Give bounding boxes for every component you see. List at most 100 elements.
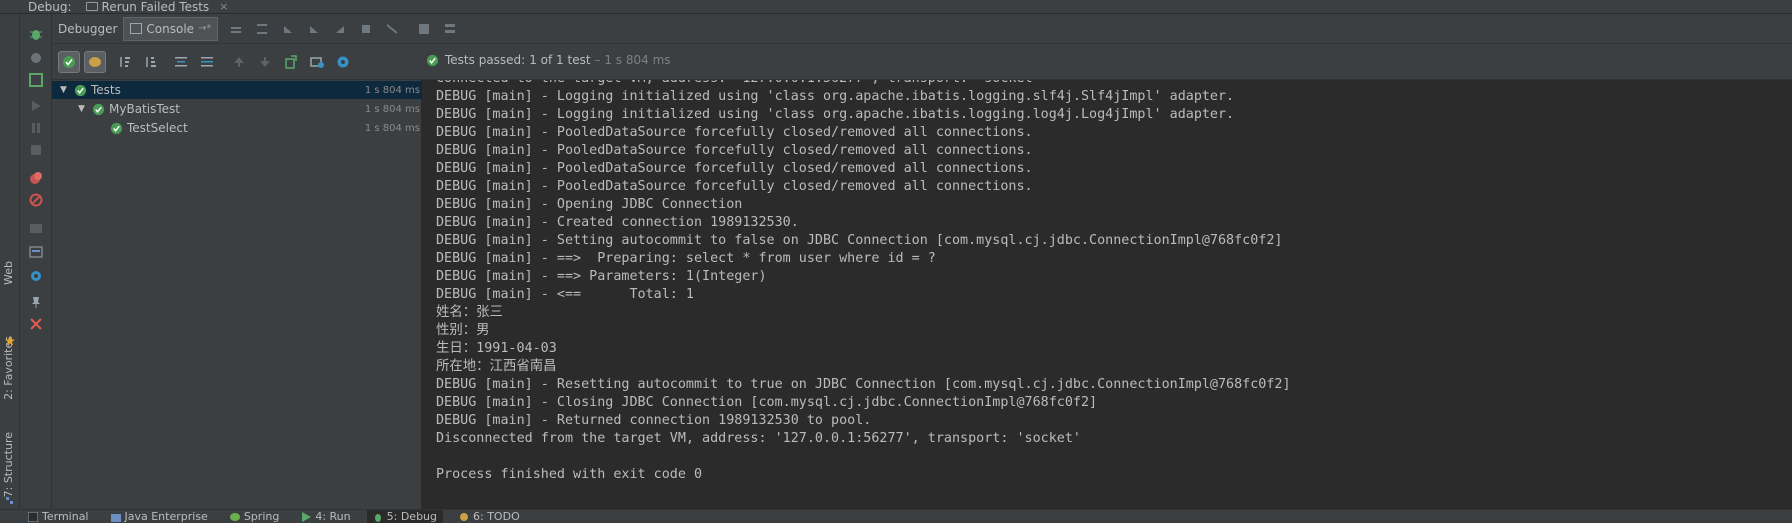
bottom-tab-label: 5: Debug — [386, 510, 438, 523]
force-step-into-icon — [310, 25, 319, 33]
play-icon — [32, 101, 41, 111]
import-test-results-button[interactable] — [306, 51, 328, 73]
step-out-button[interactable] — [332, 21, 348, 37]
tree-node-testselect[interactable]: TestSelect 1 s 804 ms — [52, 119, 422, 137]
console-line: DEBUG [main] - PooledDataSource forceful… — [436, 179, 1033, 194]
run-to-cursor-button[interactable] — [384, 21, 400, 37]
arrow-down-icon — [260, 56, 270, 67]
sort-alpha-icon — [120, 56, 130, 67]
breakpoints-icon — [30, 172, 42, 184]
bottom-tab-terminal[interactable]: Terminal — [22, 510, 95, 523]
pin-tab-button[interactable] — [28, 294, 44, 310]
terminal-icon — [28, 512, 38, 522]
export-test-results-button[interactable] — [280, 51, 302, 73]
pause-button[interactable] — [28, 120, 44, 136]
collapse-all-icon — [201, 56, 213, 66]
trace-button[interactable] — [442, 21, 458, 37]
tree-node-mybatistest[interactable]: ▼ MyBatisTest 1 s 804 ms — [52, 100, 422, 118]
tab-debugger[interactable]: Debugger — [52, 17, 123, 41]
run-config-tab[interactable]: Rerun Failed Tests × — [85, 0, 228, 13]
view-breakpoints-button[interactable] — [28, 170, 44, 186]
history-icon — [310, 56, 324, 68]
resume-button[interactable] — [28, 98, 44, 114]
passed-check-icon — [426, 54, 439, 66]
sort-duration-icon — [146, 56, 156, 67]
stop-icon — [31, 145, 41, 155]
tree-node-tests[interactable]: ▼ Tests 1 s 804 ms — [52, 81, 422, 99]
console-line: 性别：男 — [436, 323, 490, 338]
pin-icon — [32, 297, 40, 308]
mute-breakpoints-icon — [29, 193, 43, 207]
step-into-button[interactable] — [280, 21, 296, 37]
bottom-tab-spring[interactable]: Spring — [224, 510, 286, 523]
passed-check-icon — [63, 55, 75, 68]
structure-icon — [6, 497, 13, 504]
rerun-debug-button[interactable] — [28, 26, 44, 42]
sort-by-duration-button[interactable] — [140, 51, 162, 73]
console-line: DEBUG [main] - ==> Parameters: 1(Integer… — [436, 269, 767, 284]
calculator-icon — [419, 23, 430, 34]
stop-button[interactable] — [28, 142, 44, 158]
console-line: DEBUG [main] - Returned connection 19891… — [436, 413, 872, 428]
step-into-icon — [284, 25, 293, 33]
force-step-into-button[interactable] — [306, 21, 322, 37]
settings-button[interactable] — [28, 50, 44, 66]
bottom-tab-label: 4: Run — [315, 510, 351, 523]
bottom-tab-debug[interactable]: 5: Debug — [366, 510, 444, 523]
bottom-tab-todo[interactable]: 6: TODO — [453, 510, 526, 523]
layout-icon — [29, 73, 43, 87]
test-runner-toolbar: Tests passed: 1 of 1 test – 1 s 804 ms — [52, 44, 1792, 80]
pause-icon — [32, 123, 40, 133]
debugger-settings-button[interactable] — [28, 268, 44, 284]
passed-check-icon — [110, 122, 123, 134]
step-over-button[interactable] — [254, 21, 270, 37]
next-failed-test-button[interactable] — [254, 51, 276, 73]
drop-frame-button[interactable] — [358, 21, 374, 37]
drop-frame-icon — [362, 24, 371, 33]
expand-all-button[interactable] — [170, 51, 192, 73]
ignored-icon — [89, 56, 101, 67]
get-thread-dump-button[interactable] — [28, 220, 44, 236]
tree-node-time: 1 s 804 ms — [364, 103, 420, 115]
execution-point-icon — [231, 26, 242, 33]
bottom-tab-java-enterprise[interactable]: Java Enterprise — [105, 510, 214, 523]
passed-check-icon — [74, 84, 87, 96]
bottom-tab-label: Java Enterprise — [124, 510, 208, 523]
tab-console[interactable]: Console →* — [123, 16, 219, 41]
todo-icon — [460, 513, 469, 521]
step-over-icon — [257, 23, 268, 34]
console-icon — [130, 23, 143, 34]
close-debug-button[interactable] — [28, 316, 44, 332]
run-to-cursor-icon — [386, 23, 399, 34]
gear-icon — [337, 56, 349, 67]
status-label: Tests passed: — [445, 53, 526, 67]
test-settings-button[interactable] — [332, 51, 354, 73]
close-icon[interactable]: × — [219, 0, 228, 13]
collapse-all-button[interactable] — [196, 51, 218, 73]
previous-failed-test-button[interactable] — [228, 51, 250, 73]
test-status: Tests passed: 1 of 1 test – 1 s 804 ms — [426, 53, 671, 67]
show-passed-toggle[interactable] — [58, 50, 80, 73]
test-tree: ▼ Tests 1 s 804 ms ▼ MyBatisTest 1 s 804… — [52, 80, 422, 509]
expand-triangle-icon[interactable]: ▼ — [60, 85, 70, 95]
debug-label: Debug: — [28, 0, 72, 14]
bug-icon — [30, 30, 42, 40]
evaluate-expression-button[interactable] — [416, 21, 432, 37]
debug-tabs-row: Debugger Console →* — [52, 14, 1792, 44]
restore-layout-button[interactable] — [28, 72, 44, 88]
mute-breakpoints-button[interactable] — [28, 192, 44, 208]
bottom-tab-run[interactable]: 4: Run — [295, 510, 356, 523]
console-line: DEBUG [main] - PooledDataSource forceful… — [436, 143, 1033, 158]
show-ignored-toggle[interactable] — [84, 50, 106, 73]
console-line: Connected to the target VM, address: '12… — [436, 80, 1792, 88]
java-enterprise-icon — [110, 514, 121, 522]
sort-alphabetically-button[interactable] — [114, 51, 136, 73]
bottom-tab-label: Terminal — [42, 510, 89, 523]
expand-triangle-icon[interactable]: ▼ — [78, 104, 88, 114]
structure-tool-tab[interactable]: 7: Structure — [2, 432, 15, 497]
wrench-icon — [31, 53, 41, 63]
console-output[interactable]: Connected to the target VM, address: '12… — [422, 80, 1792, 509]
restore-layout-button-2[interactable] — [28, 244, 44, 260]
web-tool-tab[interactable]: Web — [2, 261, 15, 285]
show-execution-point-button[interactable] — [228, 21, 244, 37]
